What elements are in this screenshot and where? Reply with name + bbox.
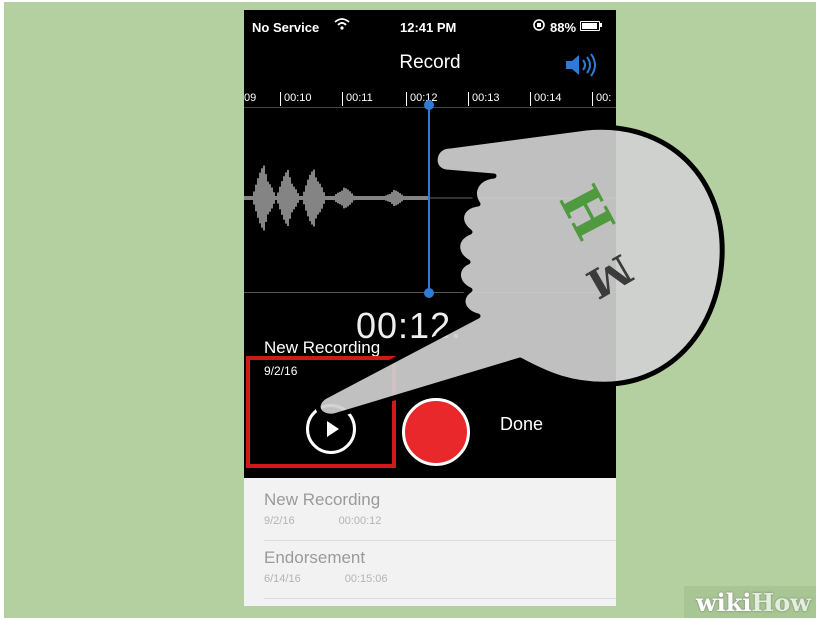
list-item-duration: 00:15:06 [344,573,388,585]
wikihow-watermark: wikiHow [696,588,811,617]
tick-label: 00:11 [342,92,373,106]
battery-percent: 88% [550,20,577,35]
speaker-icon[interactable] [564,52,598,83]
status-time: 12:41 PM [400,20,457,35]
list-item-duration: 00:00:12 [338,515,382,527]
list-item[interactable]: Endorsement 6/14/16 00:15:06 [264,548,604,585]
tick-label: 09 [244,92,257,104]
tick-label: 00:13 [468,92,500,106]
list-item-date: 9/2/16 [264,515,295,527]
battery-icon [580,21,600,31]
status-bar: No Service 12:41 PM 88% [244,10,616,38]
list-item-name: New Recording [264,490,381,509]
orientation-lock-icon [532,18,546,35]
tick-label: 00:14 [530,92,562,106]
done-button[interactable]: Done [500,414,543,435]
list-item-name: Endorsement [264,548,366,567]
highlight-box [246,356,396,468]
tick-label: 00: [591,92,612,106]
carrier-label: No Service [252,20,320,35]
wifi-icon [334,17,350,34]
watermark-wiki: wiki [696,588,752,617]
tick-label: 00:10 [280,92,312,106]
playhead-handle-top[interactable] [424,100,434,110]
waveform [244,165,616,231]
playhead[interactable] [428,104,430,294]
list-item[interactable]: New Recording 9/2/16 00:00:12 [264,490,604,527]
recording-title[interactable]: New Recording [264,338,380,358]
phone-screen: No Service 12:41 PM 88% Record 09 00:10 … [244,10,616,606]
list-item-date: 6/14/16 [264,573,301,585]
playhead-handle-bottom[interactable] [424,288,434,298]
watermark-how: How [751,588,811,617]
record-button[interactable] [402,398,470,466]
screen-title: Record [399,52,461,73]
recordings-list: New Recording 9/2/16 00:00:12 Endorsement… [244,478,616,606]
